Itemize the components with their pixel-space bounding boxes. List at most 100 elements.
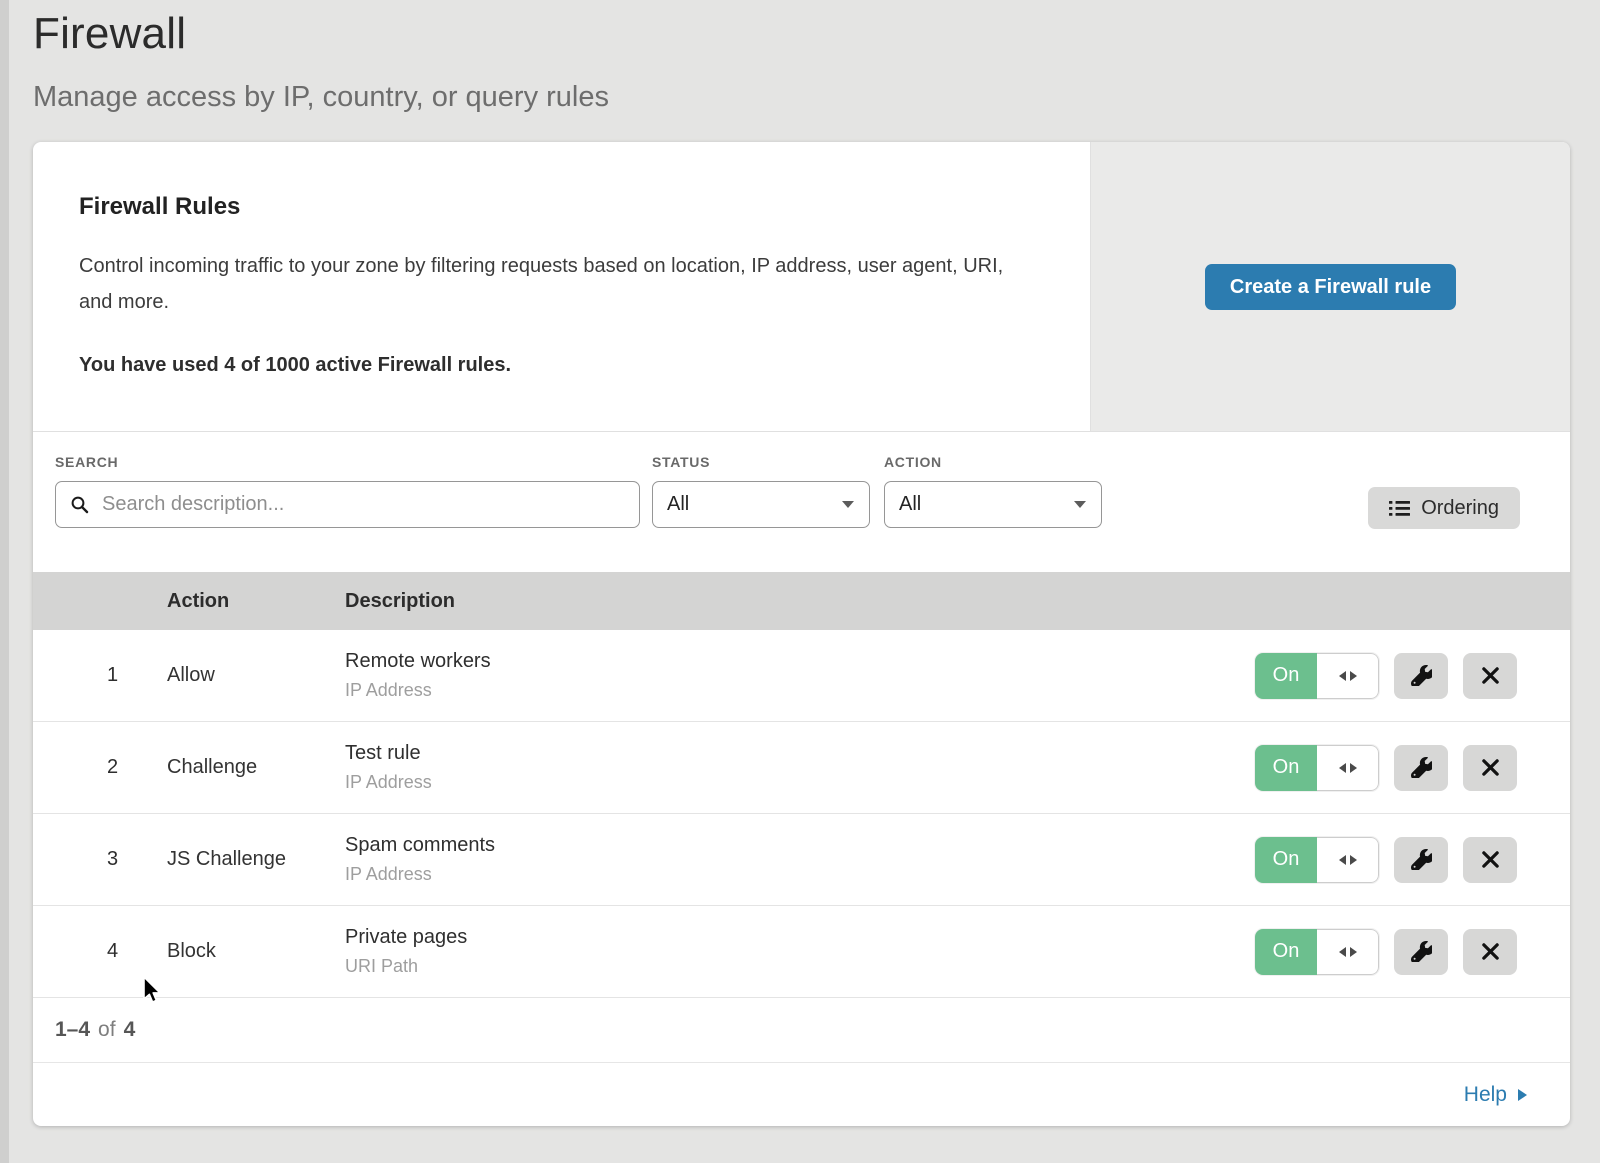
table-header: Action Description xyxy=(33,572,1570,630)
help-link[interactable]: Help xyxy=(1464,1083,1528,1107)
help-link-label: Help xyxy=(1464,1083,1507,1107)
toggle-on-label[interactable]: On xyxy=(1255,929,1317,975)
toggle-handle[interactable] xyxy=(1317,929,1379,975)
toggle-on-label[interactable]: On xyxy=(1255,653,1317,699)
pagination-of: of xyxy=(98,1018,116,1042)
left-edge-strip xyxy=(0,0,9,1163)
rule-description: Spam comments xyxy=(345,834,1255,857)
rule-description-cell: Spam comments IP Address xyxy=(345,834,1255,885)
status-label: STATUS xyxy=(652,454,870,470)
pagination-range: 1–4 xyxy=(55,1018,90,1042)
action-select[interactable]: All xyxy=(884,481,1102,528)
search-input-shell xyxy=(55,481,640,528)
chevron-down-icon xyxy=(1073,500,1087,509)
rule-action: Allow xyxy=(167,664,345,687)
firewall-rules-card: Firewall Rules Control incoming traffic … xyxy=(33,142,1570,1126)
delete-rule-button[interactable] xyxy=(1463,653,1517,699)
rule-controls: On xyxy=(1255,745,1570,791)
rule-action: JS Challenge xyxy=(167,848,345,871)
intro-text: Firewall Rules Control incoming traffic … xyxy=(33,142,1090,431)
firewall-page: Firewall Manage access by IP, country, o… xyxy=(0,0,1600,1126)
rule-enabled-toggle[interactable]: On xyxy=(1255,837,1379,883)
close-icon xyxy=(1481,850,1500,869)
ordering-button[interactable]: Ordering xyxy=(1368,487,1520,529)
close-icon xyxy=(1481,666,1500,685)
rule-priority: 1 xyxy=(33,664,167,687)
toggle-handle[interactable] xyxy=(1317,745,1379,791)
page-title: Firewall xyxy=(33,8,1570,60)
rule-priority: 4 xyxy=(33,940,167,963)
toggle-on-label[interactable]: On xyxy=(1255,745,1317,791)
wrench-icon xyxy=(1411,941,1432,962)
edit-rule-button[interactable] xyxy=(1394,653,1448,699)
edit-rule-button[interactable] xyxy=(1394,745,1448,791)
search-input[interactable] xyxy=(100,492,625,517)
edit-rule-button[interactable] xyxy=(1394,837,1448,883)
delete-rule-button[interactable] xyxy=(1463,837,1517,883)
rule-priority: 3 xyxy=(33,848,167,871)
ordering-button-label: Ordering xyxy=(1421,497,1499,520)
wrench-icon xyxy=(1411,757,1432,778)
page-header: Firewall Manage access by IP, country, o… xyxy=(33,0,1570,116)
page-subtitle: Manage access by IP, country, or query r… xyxy=(33,78,1570,116)
intro-section: Firewall Rules Control incoming traffic … xyxy=(33,142,1570,432)
toggle-handle[interactable] xyxy=(1317,653,1379,699)
search-label: SEARCH xyxy=(55,454,640,470)
action-selected-value: All xyxy=(899,493,921,516)
rule-description: Test rule xyxy=(345,742,1255,765)
rules-table-body: 1 Allow Remote workers IP Address On xyxy=(33,630,1570,998)
filters-bar: SEARCH STATUS All xyxy=(33,432,1570,572)
delete-rule-button[interactable] xyxy=(1463,745,1517,791)
rule-match-type: URI Path xyxy=(345,956,1255,977)
toggle-arrows-icon xyxy=(1338,762,1358,774)
edit-rule-button[interactable] xyxy=(1394,929,1448,975)
rule-description-cell: Test rule IP Address xyxy=(345,742,1255,793)
rule-enabled-toggle[interactable]: On xyxy=(1255,653,1379,699)
column-header-description: Description xyxy=(345,590,1255,613)
wrench-icon xyxy=(1411,849,1432,870)
toggle-arrows-icon xyxy=(1338,946,1358,958)
toggle-handle[interactable] xyxy=(1317,837,1379,883)
toggle-arrows-icon xyxy=(1338,670,1358,682)
rule-enabled-toggle[interactable]: On xyxy=(1255,745,1379,791)
action-label: ACTION xyxy=(884,454,1102,470)
rule-controls: On xyxy=(1255,837,1570,883)
table-row: 3 JS Challenge Spam comments IP Address … xyxy=(33,814,1570,906)
status-select[interactable]: All xyxy=(652,481,870,528)
table-row: 1 Allow Remote workers IP Address On xyxy=(33,630,1570,722)
close-icon xyxy=(1481,942,1500,961)
table-row: 2 Challenge Test rule IP Address On xyxy=(33,722,1570,814)
rule-description: Private pages xyxy=(345,926,1255,949)
toggle-arrows-icon xyxy=(1338,854,1358,866)
card-heading: Firewall Rules xyxy=(79,192,1030,222)
chevron-down-icon xyxy=(841,500,855,509)
search-icon xyxy=(70,495,100,515)
rule-description: Remote workers xyxy=(345,650,1255,673)
pagination-total: 4 xyxy=(124,1018,136,1042)
rule-description-cell: Remote workers IP Address xyxy=(345,650,1255,701)
rule-action: Challenge xyxy=(167,756,345,779)
table-row: 4 Block Private pages URI Path On xyxy=(33,906,1570,998)
rule-controls: On xyxy=(1255,929,1570,975)
status-filter: STATUS All xyxy=(652,454,870,572)
card-description: Control incoming traffic to your zone by… xyxy=(79,248,1024,320)
card-footer: Help xyxy=(33,1062,1570,1126)
delete-rule-button[interactable] xyxy=(1463,929,1517,975)
close-icon xyxy=(1481,758,1500,777)
rule-controls: On xyxy=(1255,653,1570,699)
rule-match-type: IP Address xyxy=(345,772,1255,793)
rule-priority: 2 xyxy=(33,756,167,779)
wrench-icon xyxy=(1411,665,1432,686)
help-arrow-icon xyxy=(1517,1088,1528,1102)
create-firewall-rule-button[interactable]: Create a Firewall rule xyxy=(1205,264,1456,310)
rule-description-cell: Private pages URI Path xyxy=(345,926,1255,977)
rule-enabled-toggle[interactable]: On xyxy=(1255,929,1379,975)
pagination-summary: 1–4 of 4 xyxy=(33,998,1570,1062)
column-header-action: Action xyxy=(167,590,345,613)
action-filter: ACTION All xyxy=(884,454,1102,572)
toggle-on-label[interactable]: On xyxy=(1255,837,1317,883)
intro-action-panel: Create a Firewall rule xyxy=(1090,142,1570,431)
usage-summary: You have used 4 of 1000 active Firewall … xyxy=(79,354,1030,377)
list-icon xyxy=(1389,500,1410,517)
rule-match-type: IP Address xyxy=(345,864,1255,885)
